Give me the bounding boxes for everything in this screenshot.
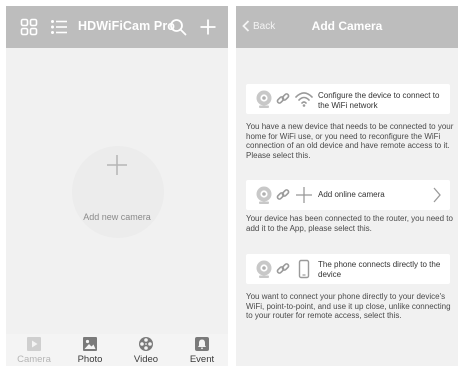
nav-tab-video[interactable]: Video: [120, 334, 172, 366]
top-bar: Back Add Camera: [236, 6, 458, 48]
link-icon: [276, 263, 290, 274]
search-icon[interactable]: [169, 18, 187, 36]
option-direct-connect[interactable]: The phone connects directly to the devic…: [246, 254, 450, 284]
add-camera-screen: Back Add Camera Configure the device to: [236, 6, 458, 366]
nav-label: Camera: [17, 354, 51, 365]
nav-label: Photo: [77, 354, 103, 365]
option-description: You want to connect your phone directly …: [246, 292, 451, 321]
option-title: Configure the device to connect to the W…: [318, 91, 440, 110]
grid-view-icon[interactable]: [20, 18, 38, 36]
camera-icon: [256, 90, 272, 108]
photo-icon: [83, 337, 97, 351]
list-view-icon[interactable]: [50, 18, 68, 36]
camera-icon: [256, 260, 272, 278]
option-description: You have a new device that needs to be c…: [246, 122, 454, 160]
nav-tab-camera[interactable]: Camera: [8, 334, 60, 366]
page-title: Add Camera: [311, 19, 383, 33]
nav-label: Event: [189, 354, 215, 365]
option-title: The phone connects directly to the devic…: [318, 260, 441, 279]
link-icon: [276, 189, 290, 200]
add-camera-label[interactable]: Add new camera: [6, 212, 228, 222]
link-icon: [276, 93, 290, 104]
nav-tab-event[interactable]: Event: [176, 334, 228, 366]
option-add-online-camera[interactable]: Add online camera: [246, 180, 450, 210]
bell-icon: [195, 337, 209, 351]
option-configure-wifi[interactable]: Configure the device to connect to the W…: [246, 84, 450, 114]
wifi-icon: [295, 92, 313, 107]
phone-icon: [298, 259, 310, 279]
add-icon[interactable]: [199, 18, 217, 36]
nav-tab-photo[interactable]: Photo: [64, 334, 116, 366]
camera-list-screen: HDWiFiCam Pro Add new camera Camera Phot…: [6, 6, 228, 366]
chevron-right-icon: [433, 187, 441, 203]
option-description: Your device has been connected to the ro…: [246, 214, 453, 233]
plus-icon: [296, 187, 312, 203]
plus-icon[interactable]: [106, 154, 128, 176]
option-title: Add online camera: [318, 190, 385, 199]
top-bar: HDWiFiCam Pro: [6, 6, 228, 48]
nav-label: Video: [133, 354, 159, 365]
bottom-nav: Camera Photo Video Event: [6, 334, 228, 366]
camera-list-empty: Add new camera: [6, 48, 228, 334]
camera-icon: [256, 186, 272, 204]
play-icon: [27, 337, 41, 351]
app-title: HDWiFiCam Pro: [78, 19, 176, 33]
film-reel-icon: [139, 337, 153, 351]
